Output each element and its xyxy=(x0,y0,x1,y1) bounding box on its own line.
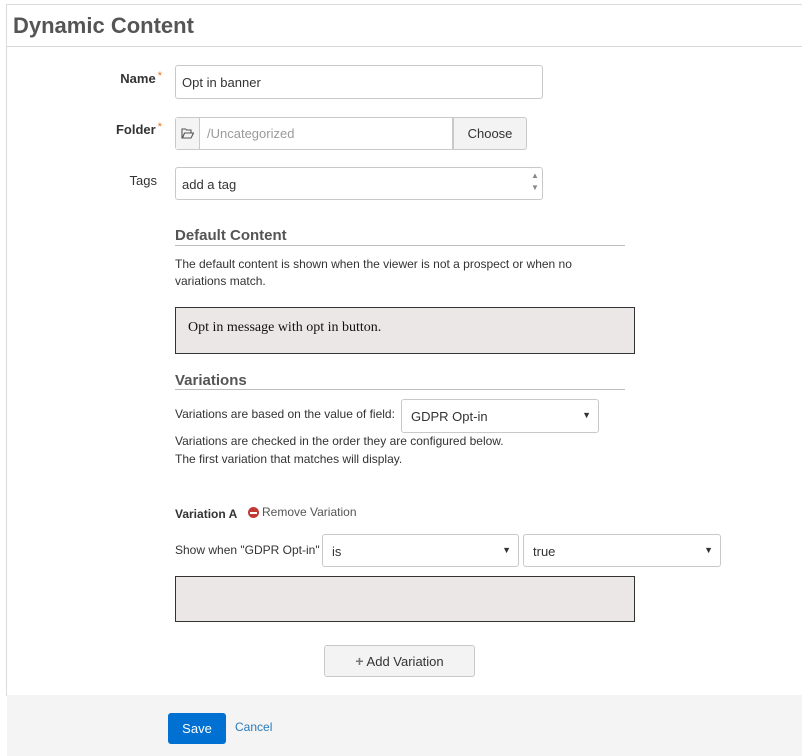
variations-heading: Variations xyxy=(175,372,247,389)
default-content-text: Opt in message with opt in button. xyxy=(188,320,382,335)
default-content-divider xyxy=(175,245,625,246)
variation-field-value: GDPR Opt-in xyxy=(411,409,488,424)
operator-select[interactable]: is ▼ xyxy=(322,534,519,567)
show-when-label: Show when "GDPR Opt-in" xyxy=(175,543,320,557)
variation-field-select[interactable]: GDPR Opt-in ▼ xyxy=(401,399,599,433)
folder-label: Folder * xyxy=(115,121,162,137)
cancel-link[interactable]: Cancel xyxy=(235,720,272,734)
chevron-down-icon: ▼ xyxy=(582,410,591,420)
default-content-editor[interactable]: Opt in message with opt in button. xyxy=(175,307,635,354)
tags-scrollbar[interactable]: ▲ ▼ xyxy=(529,170,541,198)
variations-divider xyxy=(175,389,625,390)
remove-circle-icon xyxy=(248,506,259,518)
tags-input[interactable]: add a tag ▲ ▼ xyxy=(175,167,543,200)
add-variation-button[interactable]: + Add Variation xyxy=(324,645,475,677)
tags-label: Tags xyxy=(129,173,157,188)
variation-title: Variation A xyxy=(175,507,238,521)
folder-open-icon xyxy=(176,118,200,149)
plus-icon: + xyxy=(355,653,364,669)
chevron-down-icon: ▼ xyxy=(704,545,713,555)
form-footer xyxy=(7,695,802,756)
scroll-down-icon[interactable]: ▼ xyxy=(529,182,541,194)
save-button[interactable]: Save xyxy=(168,713,226,744)
variations-help-line2: The first variation that matches will di… xyxy=(175,452,403,466)
variations-field-label: Variations are based on the value of fie… xyxy=(175,407,395,421)
folder-path: /Uncategorized xyxy=(207,126,295,141)
choose-folder-button[interactable]: Choose xyxy=(453,117,527,150)
page-title: Dynamic Content xyxy=(13,13,194,38)
chevron-down-icon: ▼ xyxy=(502,545,511,555)
title-divider xyxy=(7,46,802,47)
name-input[interactable] xyxy=(175,65,543,99)
default-content-help: The default content is shown when the vi… xyxy=(175,257,572,288)
required-mark: * xyxy=(157,70,162,82)
scroll-up-icon[interactable]: ▲ xyxy=(529,170,541,182)
operator-value: is xyxy=(332,544,342,559)
add-variation-label: Add Variation xyxy=(366,653,444,669)
value-value: true xyxy=(533,544,556,559)
required-mark: * xyxy=(157,121,162,133)
remove-variation-label: Remove Variation xyxy=(262,505,357,519)
variations-help-line1: Variations are checked in the order they… xyxy=(175,434,504,448)
tags-placeholder: add a tag xyxy=(182,177,237,192)
variation-content-editor[interactable] xyxy=(175,576,635,622)
remove-variation-button[interactable]: Remove Variation xyxy=(248,505,357,519)
folder-field: /Uncategorized xyxy=(175,117,453,150)
name-label: Name * xyxy=(120,70,162,86)
default-content-heading: Default Content xyxy=(175,227,287,244)
value-select[interactable]: true ▼ xyxy=(523,534,721,567)
